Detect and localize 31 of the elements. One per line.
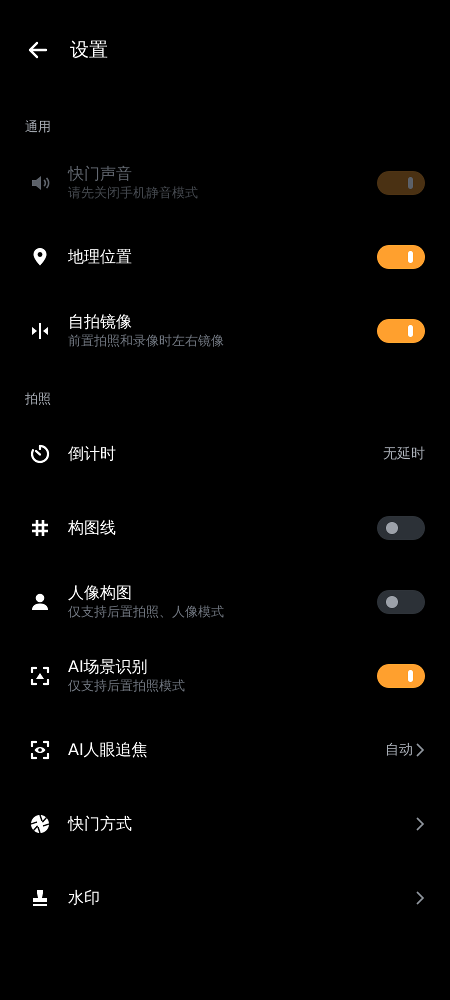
setting-subtitle: 请先关闭手机静音模式 bbox=[68, 184, 199, 202]
setting-title: 人像构图 bbox=[68, 582, 133, 604]
setting-value: 无延时 bbox=[383, 444, 425, 464]
chevron-right-icon bbox=[415, 890, 425, 906]
scan-frame-icon bbox=[28, 664, 52, 688]
setting-title: 快门方式 bbox=[68, 813, 133, 835]
aperture-icon bbox=[28, 812, 52, 836]
toggle-switch[interactable] bbox=[377, 516, 425, 540]
section-title: 拍照 bbox=[24, 390, 52, 408]
setting-subtitle: 前置拍照和录像时左右镜像 bbox=[68, 332, 225, 350]
toggle-switch[interactable] bbox=[377, 590, 425, 614]
chevron-right-icon bbox=[415, 816, 425, 832]
toggle-switch[interactable] bbox=[377, 664, 425, 688]
eye-scan-icon bbox=[28, 738, 52, 762]
section-title: 通用 bbox=[24, 119, 52, 137]
setting-title: AI人眼追焦 bbox=[68, 739, 149, 761]
setting-title: 倒计时 bbox=[68, 443, 117, 465]
setting-title: 水印 bbox=[68, 887, 101, 909]
setting-value: 自动 bbox=[385, 740, 413, 760]
setting-title: 自拍镜像 bbox=[68, 310, 133, 332]
toggle-switch[interactable] bbox=[377, 244, 425, 268]
timer-icon bbox=[28, 442, 52, 466]
setting-title: 构图线 bbox=[68, 517, 117, 539]
setting-title: AI场景识别 bbox=[68, 656, 149, 678]
chevron-right-icon bbox=[415, 742, 425, 758]
setting-subtitle: 仅支持后置拍照、人像模式 bbox=[68, 604, 225, 622]
toggle-switch[interactable] bbox=[377, 318, 425, 342]
page-title: 设置 bbox=[70, 38, 108, 63]
setting-subtitle: 仅支持后置拍照模式 bbox=[68, 678, 186, 696]
setting-title: 地理位置 bbox=[68, 246, 133, 268]
setting-title: 快门声音 bbox=[68, 162, 133, 184]
